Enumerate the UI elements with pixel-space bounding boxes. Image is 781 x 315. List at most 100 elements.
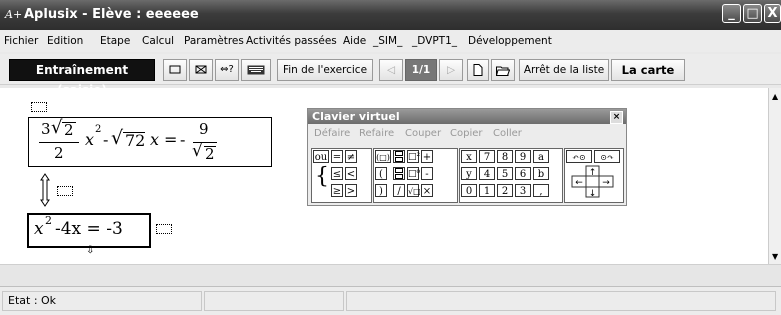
eq1-x2: x (150, 130, 160, 149)
vk-cut[interactable]: Couper (405, 128, 441, 139)
comment-slot[interactable] (57, 186, 73, 196)
keyboard-icon[interactable] (241, 59, 271, 81)
status-state: Etat : Ok (8, 294, 57, 307)
empty-expression-slot[interactable] (31, 102, 47, 112)
minimize-button[interactable]: _ (722, 4, 741, 23)
eq1-fraction-bar (39, 142, 79, 143)
eq2-rest: -4x = -3 (55, 219, 123, 239)
eq1-root-72: 72 (125, 131, 146, 150)
vk-key-less[interactable]: < (345, 167, 357, 180)
vk-key-greater[interactable]: > (345, 184, 357, 197)
vk-key-power[interactable]: □⁰ (407, 167, 420, 180)
maximize-button[interactable]: □ (743, 4, 762, 23)
eq1-sqrt2-sign: √ (111, 127, 124, 149)
vk-key-a[interactable]: a (533, 150, 549, 163)
vk-arrow-keys-icon[interactable]: ↑ ← → ↓ (568, 165, 618, 199)
eq1-num-coef: 3 (41, 120, 51, 138)
vk-key-4[interactable]: 4 (479, 167, 495, 180)
equivalence-check-icon[interactable]: ⇔? (215, 59, 239, 81)
title-bar[interactable]: A+ Aplusix - Elève : eeeeee _ □ X (0, 0, 781, 30)
vk-key-ou[interactable]: ou (313, 150, 329, 163)
vk-key-5[interactable]: 5 (497, 167, 513, 180)
open-folder-icon[interactable] (491, 59, 515, 81)
scroll-up-icon[interactable]: ▲ (772, 92, 778, 101)
menu-edition[interactable]: Edition (47, 35, 83, 47)
vk-move-left-icon[interactable]: ↶⊙ (566, 150, 592, 163)
vk-key-square[interactable]: □² (407, 150, 420, 163)
menu-dvpt1[interactable]: _DVPT1_ (412, 35, 457, 47)
virtual-keyboard: Clavier virtuel × Défaire Refaire Couper… (307, 108, 627, 206)
vk-key-0[interactable]: 0 (461, 184, 477, 197)
eq1-rhs-num: 9 (199, 120, 209, 138)
eq1-den: 2 (54, 144, 64, 162)
equation-2[interactable]: x 2 -4x = -3 (27, 213, 151, 248)
vk-key-times[interactable]: × (421, 184, 433, 197)
vk-key-b[interactable]: b (533, 167, 549, 180)
vk-key-open-paren[interactable]: ( (375, 167, 387, 180)
vk-key-brace[interactable]: { (315, 165, 329, 189)
toolbar: Entraînement (saisie) ⇔? Fin de l'exerci… (0, 54, 781, 97)
menu-activites-passees[interactable]: Activités passées (246, 35, 337, 47)
menu-calcul[interactable]: Calcul (142, 35, 174, 47)
vk-key-y[interactable]: y (461, 167, 477, 180)
menu-developpement[interactable]: Développement (468, 35, 552, 47)
vk-key-x[interactable]: x (461, 150, 477, 163)
box-icon[interactable] (163, 59, 187, 81)
vk-key-minus[interactable]: - (421, 167, 433, 180)
equivalence-arrow-icon (40, 173, 50, 207)
vk-close-icon[interactable]: × (610, 111, 623, 124)
equation-1[interactable]: 3 √ 2 2 x 2 - √ 72 x = - 9 √ 2 (28, 117, 272, 167)
vk-undo[interactable]: Défaire (314, 128, 350, 139)
vk-redo[interactable]: Refaire (359, 128, 394, 139)
end-exercise-button[interactable]: Fin de l'exercice (277, 59, 373, 81)
vk-key-plus[interactable]: + (421, 150, 433, 163)
mode-button[interactable]: Entraînement (saisie) (9, 59, 155, 97)
map-button[interactable]: La carte (611, 59, 685, 81)
vk-key-3[interactable]: 3 (515, 184, 531, 197)
vk-key-9[interactable]: 9 (515, 150, 531, 163)
vk-key-slash[interactable]: / (393, 184, 405, 197)
vk-copy[interactable]: Copier (450, 128, 483, 139)
vk-key-6[interactable]: 6 (515, 167, 531, 180)
next-icon[interactable]: ▷ (439, 59, 463, 81)
vk-title: Clavier virtuel (312, 110, 400, 123)
vk-key-7[interactable]: 7 (479, 150, 495, 163)
app-icon: A+ (5, 8, 23, 21)
eq2-side-slot[interactable] (156, 224, 172, 234)
eq1-rhs-den-root: 2 (205, 145, 215, 163)
menu-parametres[interactable]: Paramètres (184, 35, 244, 47)
vk-key-equals[interactable]: = (331, 150, 343, 163)
svg-text:↑: ↑ (589, 168, 597, 178)
svg-text:→: → (602, 178, 610, 188)
previous-icon[interactable]: ◁ (379, 59, 403, 81)
new-document-icon[interactable] (467, 59, 489, 81)
vk-key-fraction[interactable] (393, 150, 405, 163)
vk-key-8[interactable]: 8 (497, 150, 513, 163)
erase-box-icon[interactable] (189, 59, 213, 81)
vk-key-1[interactable]: 1 (479, 184, 495, 197)
vertical-scrollbar[interactable]: ▲ ▼ (768, 88, 781, 264)
vk-key-less-equal[interactable]: ≤ (331, 167, 343, 180)
vk-move-right-icon[interactable]: ⊙↷ (594, 150, 620, 163)
scroll-down-icon[interactable]: ▼ (772, 252, 778, 261)
step-down-arrow-icon[interactable]: ⇩ (86, 245, 94, 256)
vk-key-comma[interactable]: , (533, 184, 549, 197)
eq1-num-root: 2 (64, 121, 74, 139)
vk-title-bar[interactable]: Clavier virtuel × (308, 109, 626, 124)
eq2-exp: 2 (45, 214, 52, 227)
vk-key-fraction-2[interactable] (393, 167, 405, 180)
stop-list-button[interactable]: Arrêt de la liste (519, 59, 609, 81)
vk-key-parens[interactable]: (□) (375, 150, 391, 163)
vk-key-greater-equal[interactable]: ≥ (331, 184, 343, 197)
menu-etape[interactable]: Etape (100, 35, 130, 47)
vk-key-2[interactable]: 2 (497, 184, 513, 197)
menu-fichier[interactable]: Fichier (4, 35, 38, 47)
vk-paste[interactable]: Coller (493, 128, 522, 139)
close-button[interactable]: X (764, 4, 781, 23)
menu-aide[interactable]: Aide (343, 35, 366, 47)
vk-key-not-equal[interactable]: ≠ (345, 150, 357, 163)
eq1-sqrt-sign: √ (51, 117, 63, 138)
vk-key-close-paren[interactable]: ) (375, 184, 387, 197)
menu-sim[interactable]: _SIM_ (373, 35, 402, 47)
vk-key-sqrt[interactable]: √□ (407, 184, 421, 197)
